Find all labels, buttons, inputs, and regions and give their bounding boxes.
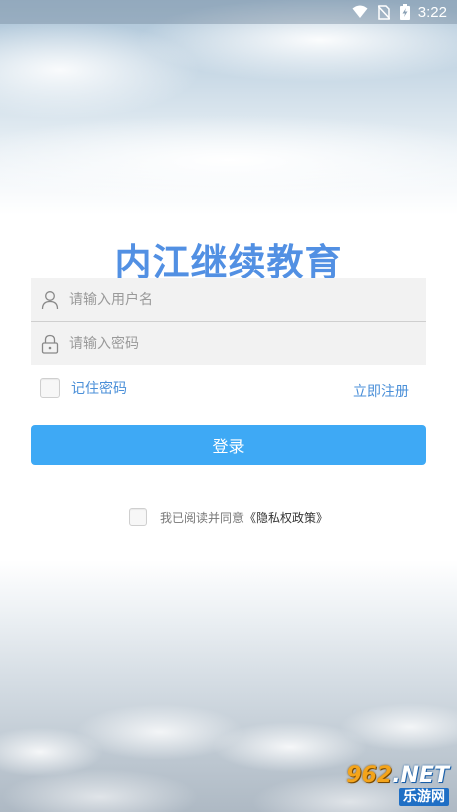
- privacy-policy-link[interactable]: 《隐私权政策》: [244, 509, 328, 526]
- status-time: 3:22: [417, 3, 447, 21]
- remember-password[interactable]: 记住密码: [40, 378, 127, 398]
- lock-icon: [33, 334, 67, 354]
- watermark-title: 962.NET: [346, 764, 449, 788]
- watermark-suffix: .NET: [392, 763, 449, 788]
- agreement: 我已阅读并同意 《隐私权政策》: [129, 508, 328, 526]
- no-sim-icon: [377, 4, 390, 20]
- remember-password-checkbox[interactable]: [40, 378, 60, 398]
- username-input[interactable]: [67, 279, 409, 320]
- watermark-logo: 962.NET 乐游网: [346, 764, 449, 806]
- remember-password-label: 记住密码: [71, 381, 127, 397]
- register-link[interactable]: 立即注册: [353, 381, 409, 401]
- password-input[interactable]: [67, 323, 409, 364]
- status-bar: 3:22: [0, 0, 457, 24]
- user-icon: [33, 290, 67, 310]
- login-button[interactable]: 登录: [31, 425, 426, 465]
- agreement-text: 我已阅读并同意: [160, 510, 245, 525]
- battery-charging-icon: [399, 4, 410, 20]
- password-field[interactable]: [31, 322, 426, 365]
- watermark-subtitle: 乐游网: [399, 788, 449, 806]
- wifi-icon: [352, 5, 368, 19]
- agreement-checkbox[interactable]: [129, 508, 147, 526]
- watermark-number: 962: [346, 763, 393, 788]
- username-field[interactable]: [31, 278, 426, 322]
